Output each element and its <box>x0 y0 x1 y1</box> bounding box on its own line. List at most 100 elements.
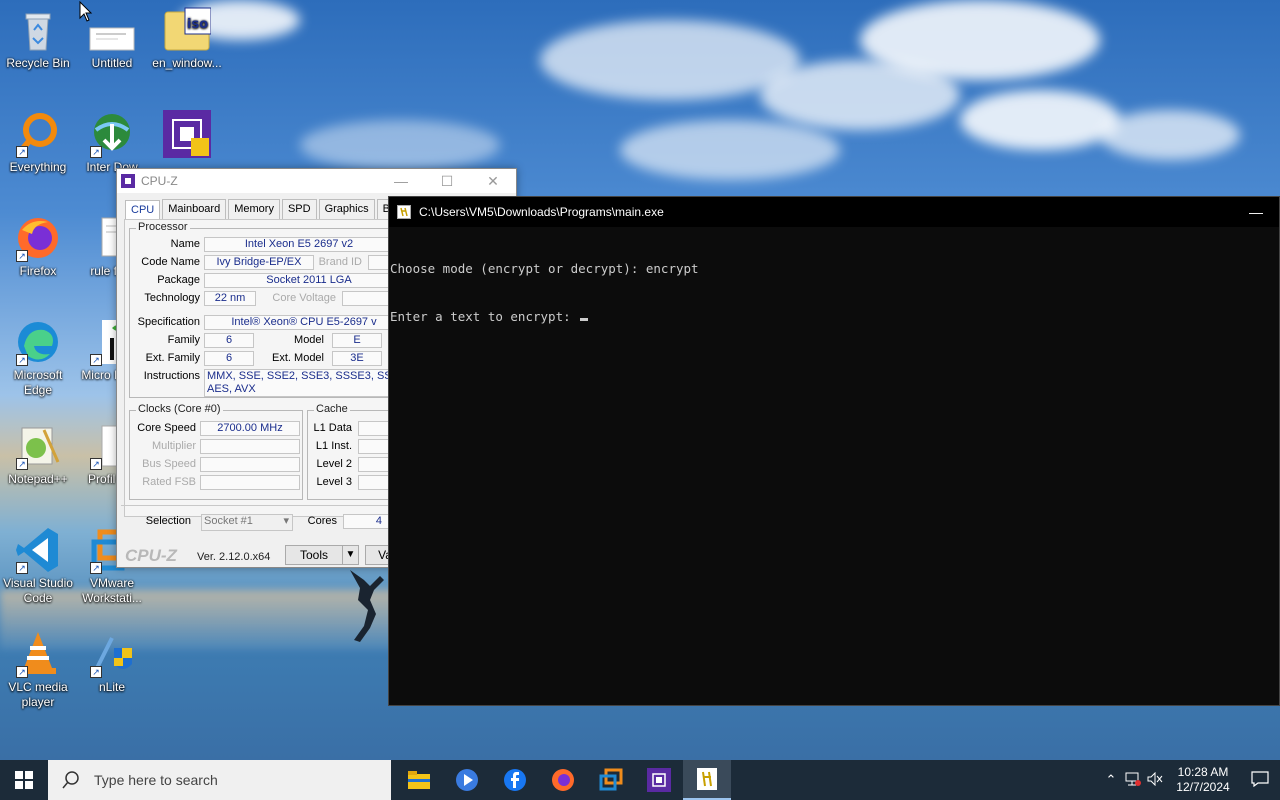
desktop-icon-label: Notepad++ <box>8 472 68 486</box>
group-legend: Clocks (Core #0) <box>136 403 223 415</box>
l1inst-label: L1 Inst. <box>315 440 352 452</box>
desktop-icon-vlc[interactable]: ↗ VLC media player <box>0 630 76 710</box>
tab-memory[interactable]: Memory <box>228 199 280 221</box>
search-box[interactable]: Type here to search <box>48 760 391 800</box>
level2-label: Level 2 <box>316 458 352 470</box>
instructions-line: MMX, SSE, SSE2, SSE3, SSSE3, SSE4.1 <box>207 370 404 382</box>
name-value: Intel Xeon E5 2697 v2 <box>204 237 394 252</box>
technology-label: Technology <box>144 292 200 304</box>
maximize-button[interactable]: ☐ <box>424 173 470 190</box>
console-window: C:\Users\VM5\Downloads\Programs\main.exe… <box>388 196 1280 706</box>
taskbar-vmware[interactable] <box>587 760 635 800</box>
codename-value: Ivy Bridge-EP/EX <box>204 255 314 270</box>
desktop-icon-vscode[interactable]: ↗ Visual Studio Code <box>0 526 76 606</box>
desktop-icon-everything[interactable]: ↗ Everything <box>0 110 76 175</box>
facebook-icon <box>504 769 526 791</box>
console-titlebar[interactable]: C:\Users\VM5\Downloads\Programs\main.exe… <box>389 197 1279 227</box>
firefox-icon <box>552 769 574 791</box>
tab-mainboard[interactable]: Mainboard <box>162 199 227 221</box>
selection-label: Selection <box>145 515 191 527</box>
model-label: Model <box>294 334 324 346</box>
console-prompt-line: Enter a text to encrypt: <box>390 309 1279 325</box>
ratedfsb-value <box>200 475 300 490</box>
desktop-icon-label: Firefox <box>19 264 57 278</box>
internet-download-manager-icon: ↗ <box>88 110 136 158</box>
document-icon <box>88 6 136 54</box>
vlc-icon: ↗ <box>14 630 62 678</box>
window-title: CPU-Z <box>141 174 178 188</box>
desktop-icon-iso[interactable]: iso en_window... <box>149 6 225 71</box>
instructions-line: AES, AVX <box>207 383 256 395</box>
specification-value: Intel® Xeon® CPU E5-2697 v <box>204 315 404 330</box>
cpuz-brand: CPU-Z <box>125 546 177 565</box>
package-value: Socket 2011 LGA <box>204 273 414 288</box>
corevoltage-label: Core Voltage <box>272 292 336 304</box>
console-line: Choose mode (encrypt or decrypt): encryp… <box>390 261 699 276</box>
chevron-down-icon: ▾ <box>283 515 289 527</box>
silhouette-figure <box>350 570 384 642</box>
taskbar-cpuz[interactable] <box>635 760 683 800</box>
chevron-up-icon[interactable]: ⌃ <box>1100 772 1122 788</box>
desktop-icon-idm[interactable]: ↗ Inter Dow <box>74 110 150 175</box>
cpuz-icon <box>121 174 135 188</box>
taskbar-firefox[interactable] <box>539 760 587 800</box>
desktop-icon-label: VLC media player <box>8 680 68 709</box>
desktop-icon-label: Microsoft Edge <box>13 368 63 397</box>
desktop-icon-edge[interactable]: ↗ Microsoft Edge <box>0 318 76 398</box>
network-icon[interactable] <box>1122 772 1144 789</box>
desktop-icon-firefox[interactable]: ↗ Firefox <box>0 214 76 279</box>
cores-label: Cores <box>307 515 337 527</box>
extmodel-label: Ext. Model <box>272 352 324 364</box>
selection-dropdown[interactable]: Socket #1 ▾ <box>201 514 293 531</box>
tab-spd[interactable]: SPD <box>281 199 317 221</box>
family-label: Family <box>167 334 200 346</box>
desktop-icon-label: Recycle Bin <box>6 56 70 70</box>
notification-icon[interactable] <box>1240 770 1280 790</box>
extmodel-value: 3E <box>332 351 382 366</box>
tools-button[interactable]: Tools ▼ <box>285 545 359 565</box>
multiplier-label: Multiplier <box>151 440 196 452</box>
family-value: 6 <box>204 333 254 348</box>
taskbar-facebook[interactable] <box>491 760 539 800</box>
windows-logo-icon <box>15 771 33 789</box>
multiplier-value <box>200 439 300 454</box>
desktop-icon-nlite[interactable]: ↗ nLite <box>74 630 150 695</box>
cpuz-icon <box>163 110 211 158</box>
vscode-icon: ↗ <box>14 526 62 574</box>
desktop-icon-label: Visual Studio Code <box>3 576 73 605</box>
selection-value: Socket #1 <box>204 515 253 527</box>
taskbar-console-app[interactable] <box>683 760 731 800</box>
chevron-down-icon: ▼ <box>342 546 358 564</box>
clock[interactable]: 10:28 AM 12/7/2024 <box>1166 765 1240 795</box>
cpuz-titlebar[interactable]: CPU-Z — ☐ ✕ <box>117 169 516 193</box>
cpuz-icon <box>647 768 671 792</box>
iso-file-icon: iso <box>163 6 212 54</box>
tab-graphics[interactable]: Graphics <box>318 199 375 221</box>
start-button[interactable] <box>0 760 48 800</box>
instructions-label: Instructions <box>143 370 200 382</box>
taskbar-file-explorer[interactable] <box>395 760 443 800</box>
busspeed-label: Bus Speed <box>142 458 196 470</box>
corespeed-label: Core Speed <box>137 422 196 434</box>
system-tray: ⌃ 10:28 AM 12/7/2024 <box>1100 760 1280 800</box>
taskbar: Type here to search ⌃ 10:28 AM 12/7/2024 <box>0 760 1280 800</box>
desktop-icon-label: nLite <box>98 680 126 694</box>
volume-muted-icon[interactable] <box>1144 771 1166 789</box>
level3-label: Level 3 <box>316 476 352 488</box>
taskbar-media-player[interactable] <box>443 760 491 800</box>
minimize-button[interactable]: — <box>378 173 424 190</box>
clocks-group: Clocks (Core #0) Core Speed 2700.00 MHz … <box>129 403 303 500</box>
close-button[interactable]: ✕ <box>470 173 516 190</box>
console-output[interactable]: Choose mode (encrypt or decrypt): encryp… <box>389 227 1279 357</box>
console-app-icon <box>697 768 717 790</box>
desktop-icon-notepadpp[interactable]: ↗ Notepad++ <box>0 422 76 487</box>
specification-label: Specification <box>137 316 200 328</box>
group-legend: Cache <box>314 403 350 415</box>
extfamily-value: 6 <box>204 351 254 366</box>
desktop-icon-cpuz[interactable] <box>149 110 225 160</box>
ratedfsb-label: Rated FSB <box>142 476 196 488</box>
minimize-button[interactable]: — <box>1233 204 1279 220</box>
notepadpp-icon: ↗ <box>14 422 62 470</box>
desktop-icon-recycle-bin[interactable]: Recycle Bin <box>0 6 76 71</box>
mouse-cursor-icon <box>79 1 93 22</box>
